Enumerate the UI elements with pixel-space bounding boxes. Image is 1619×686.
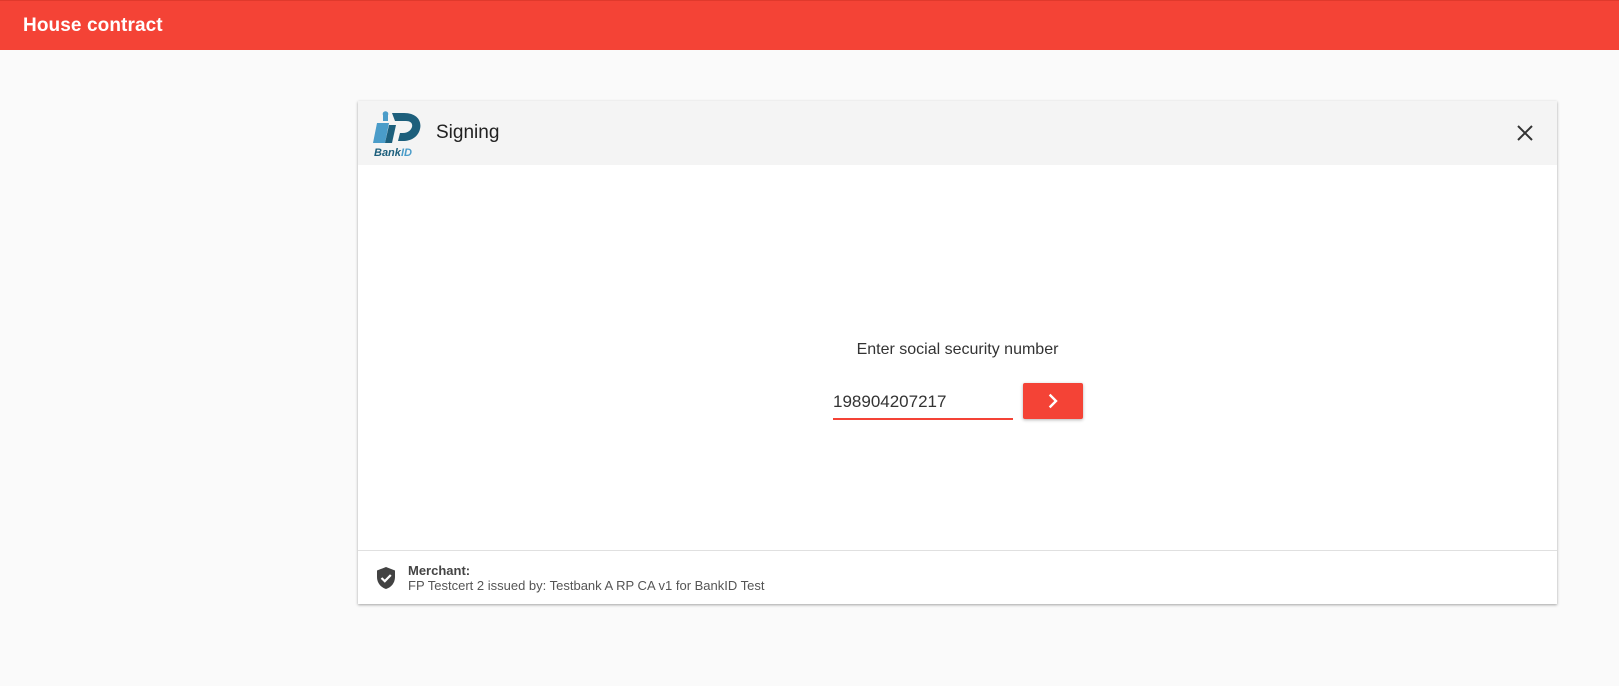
svg-text:ID: ID — [401, 147, 412, 159]
app-header: House contract — [0, 0, 1619, 50]
dialog-title: Signing — [436, 122, 500, 143]
app-title: House contract — [23, 15, 163, 36]
merchant-label: Merchant: — [408, 563, 471, 578]
dialog-header: Bank ID Signing — [358, 101, 1557, 165]
submit-button[interactable] — [1023, 383, 1083, 419]
chevron-right-icon — [1048, 393, 1058, 409]
close-icon — [1517, 125, 1533, 141]
merchant-value: FP Testcert 2 issued by: Testbank A RP C… — [408, 578, 765, 593]
svg-text:Bank: Bank — [374, 147, 402, 159]
ssn-input[interactable] — [833, 386, 1013, 420]
shield-check-icon — [377, 567, 395, 589]
ssn-prompt: Enter social security number — [856, 341, 1059, 358]
signing-dialog: Bank ID Signing Enter social security nu… — [358, 101, 1557, 604]
bankid-logo-icon: Bank ID — [373, 111, 421, 159]
close-button[interactable] — [1513, 121, 1537, 145]
merchant-footer: Merchant: FP Testcert 2 issued by: Testb… — [358, 550, 1557, 604]
